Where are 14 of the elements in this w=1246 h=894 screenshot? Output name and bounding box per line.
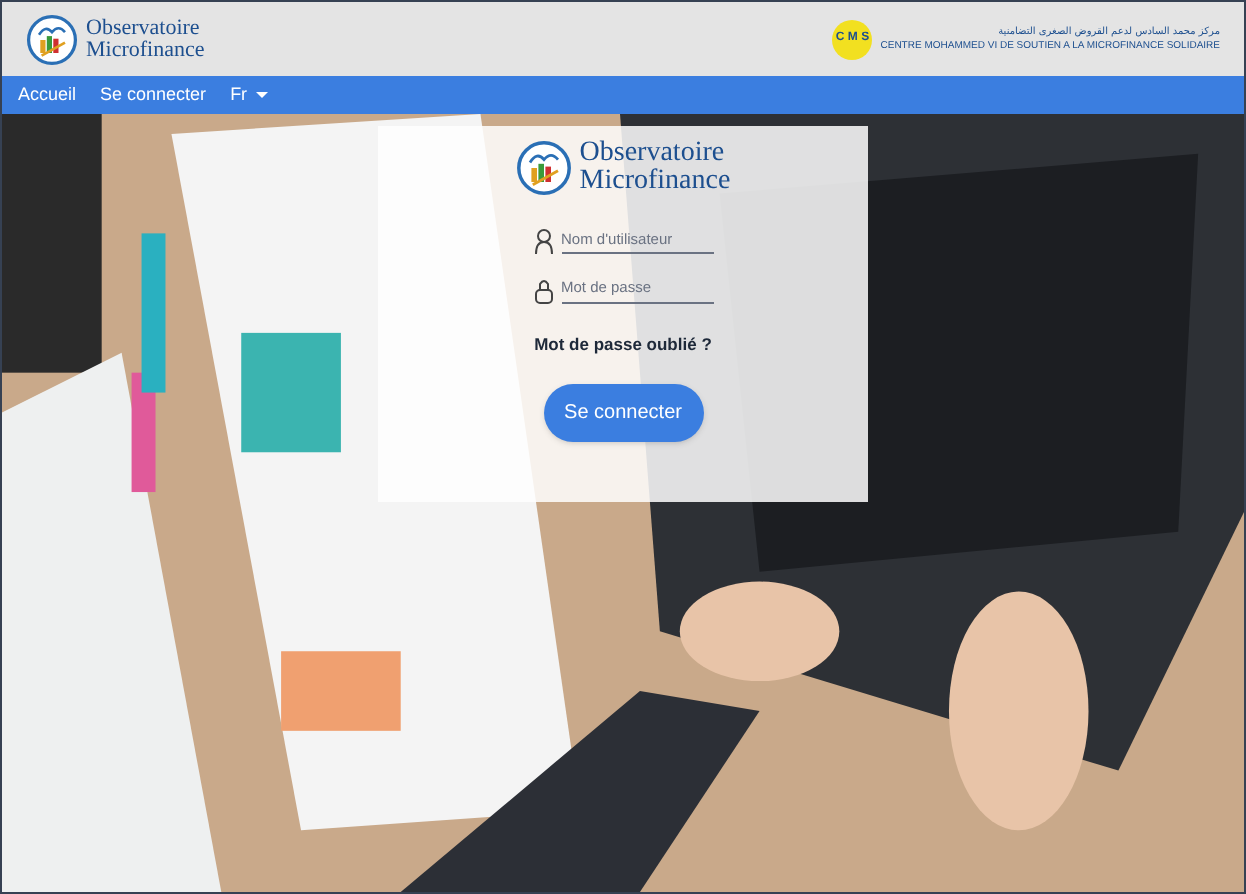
logo-text: Observatoire — [86, 17, 202, 39]
lock-icon — [533, 277, 553, 303]
nav-link[interactable]: Accueil — [18, 81, 77, 109]
chart-logo-icon — [26, 13, 78, 65]
user-icon — [533, 228, 553, 255]
chart-logo-icon — [515, 140, 572, 196]
logo-text: Microfinance — [86, 39, 205, 61]
logo-text: Microfinance — [579, 168, 731, 196]
logo-text: Observatoire — [579, 140, 727, 168]
nav-link[interactable]: Se connecter — [100, 81, 207, 109]
login-button[interactable]: Se connecter — [543, 384, 703, 443]
language-dropdown[interactable]: Fr — [230, 81, 268, 109]
caret-icon — [255, 92, 268, 98]
forgot-password-link[interactable]: Mot de passe oublié ? — [534, 331, 712, 357]
